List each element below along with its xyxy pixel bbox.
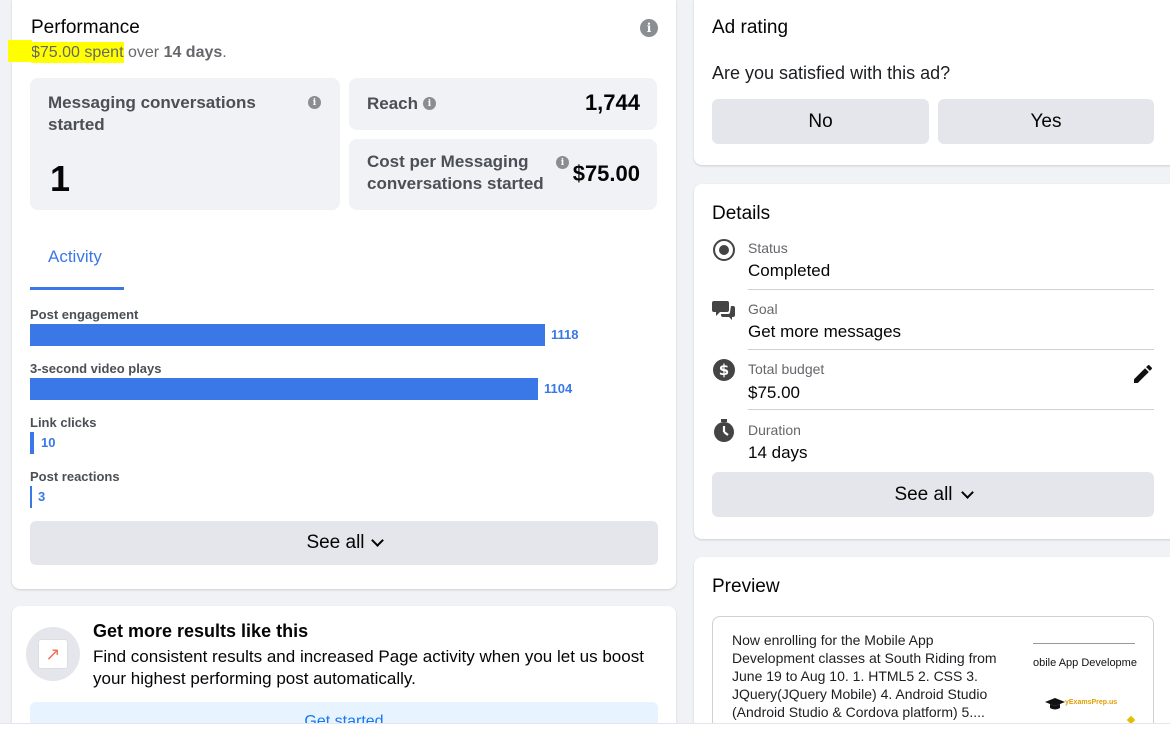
radio-status-icon	[712, 238, 736, 262]
activity-label-link-clicks: Link clicks	[30, 415, 97, 430]
duration-label: Duration	[748, 422, 801, 438]
activity-value-link-clicks: 10	[41, 435, 56, 450]
chevron-down-icon	[370, 534, 384, 547]
activity-bar-link-clicks	[30, 432, 34, 454]
divider	[748, 289, 1154, 290]
status-value: Completed	[748, 261, 831, 280]
see-all-activity-button[interactable]: See all	[30, 521, 658, 565]
metric-cost: Cost per Messaging conversations started…	[349, 139, 657, 210]
promo-title: Get more results like this	[93, 621, 309, 641]
info-icon[interactable]: i	[640, 19, 658, 37]
tab-activity[interactable]: Activity	[48, 247, 102, 267]
rating-no-label: No	[808, 110, 833, 132]
ad-rating-title: Ad rating	[712, 17, 789, 38]
preview-thumb-brand: yExamsPrep.us	[1065, 699, 1118, 706]
ad-rating-question: Are you satisfied with this ad?	[712, 63, 951, 83]
preview-thumb-title: obile App Developme	[1033, 657, 1137, 669]
duration-value: 14 days	[748, 443, 808, 462]
metric-cost-label: Cost per Messaging conversations started	[367, 152, 544, 193]
page-bottom-edge	[0, 723, 1170, 732]
rating-yes-label: Yes	[1030, 110, 1062, 132]
details-title: Details	[712, 203, 771, 224]
spent-over: over	[127, 44, 160, 61]
activity-value-post-reactions: 3	[38, 489, 46, 504]
metric-messaging-label: Messaging conversations started	[48, 93, 256, 134]
see-all-details-button[interactable]: See all	[712, 472, 1154, 517]
preview-title: Preview	[712, 576, 780, 597]
dollar-circle-icon: $	[712, 358, 736, 382]
chat-bubbles-icon	[712, 298, 736, 322]
divider	[748, 349, 1154, 350]
activity-value-video-plays: 1104	[544, 381, 573, 396]
spent-days: 14 days	[163, 44, 223, 61]
performance-title: Performance	[31, 17, 140, 38]
spent-summary: $75.00 spent over 14 days.	[31, 42, 227, 63]
see-all-label: See all	[894, 483, 953, 505]
svg-text:$: $	[719, 361, 729, 379]
metric-reach: Reach i 1,744	[349, 78, 657, 130]
goal-label: Goal	[748, 301, 778, 317]
spent-amount: $75.00 spent	[31, 42, 124, 63]
activity-label-post-reactions: Post reactions	[30, 469, 120, 484]
rocket-icon: ↗	[38, 639, 68, 669]
info-icon[interactable]: i	[556, 156, 569, 169]
graduation-cap-icon	[1045, 697, 1065, 710]
preview-text: Now enrolling for the Mobile App Develop…	[732, 632, 997, 720]
boost-icon: ↗	[26, 627, 80, 681]
see-all-label: See all	[306, 532, 365, 553]
activity-label-video-plays: 3-second video plays	[30, 361, 162, 376]
chevron-down-icon	[960, 485, 974, 499]
budget-value: $75.00	[748, 383, 800, 402]
thumb-divider	[1033, 643, 1135, 644]
activity-bar-video-plays	[30, 378, 538, 400]
tab-activity-underline	[30, 287, 124, 290]
rating-no-button[interactable]: No	[712, 99, 929, 144]
activity-bar-post-engagement	[30, 324, 545, 346]
preview-thumbnail: obile App Developme yExamsPrep.us	[1033, 617, 1153, 732]
metric-cost-value: $75.00	[572, 161, 640, 186]
highlight-mark	[8, 40, 32, 62]
promo-body: Find consistent results and increased Pa…	[93, 647, 644, 688]
goal-value: Get more messages	[748, 322, 902, 341]
stopwatch-icon	[712, 419, 736, 443]
divider	[748, 409, 1154, 410]
metric-messaging: Messaging conversations started i 1	[30, 78, 340, 210]
info-icon[interactable]: i	[308, 96, 321, 109]
metric-reach-label: Reach	[367, 94, 419, 113]
spent-period: .	[222, 44, 227, 61]
edit-pencil-icon[interactable]	[1131, 362, 1155, 386]
status-label: Status	[748, 240, 788, 256]
info-icon[interactable]: i	[423, 97, 436, 110]
budget-label: Total budget	[748, 361, 825, 377]
activity-label-post-engagement: Post engagement	[30, 307, 139, 322]
metric-reach-value: 1,744	[584, 90, 640, 115]
metric-messaging-value: 1	[50, 158, 71, 199]
activity-value-post-engagement: 1118	[551, 327, 579, 342]
rating-yes-button[interactable]: Yes	[938, 99, 1154, 144]
activity-bar-post-reactions	[30, 486, 32, 508]
preview-box[interactable]: Now enrolling for the Mobile App Develop…	[712, 616, 1154, 732]
